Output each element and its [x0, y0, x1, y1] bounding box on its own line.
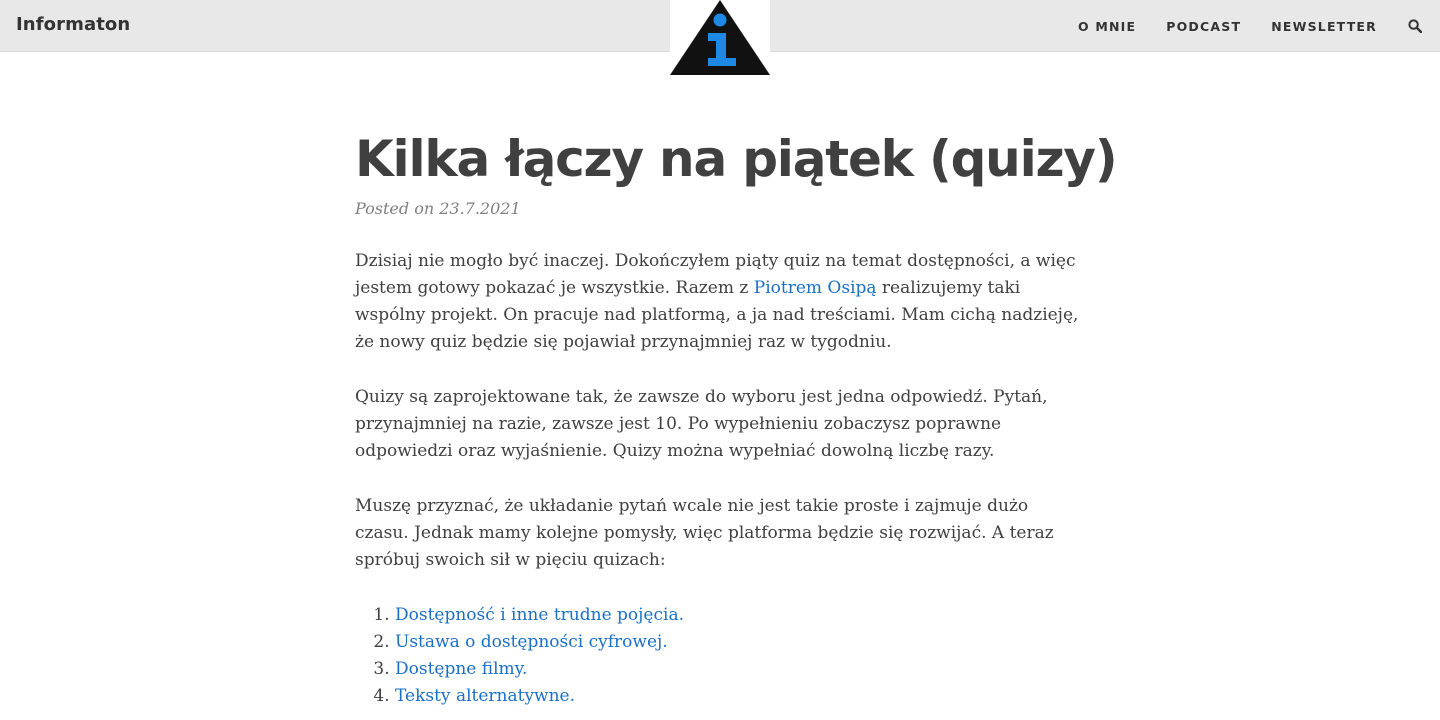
- list-item: Dostępne filmy.: [395, 656, 1085, 683]
- quiz-link-1[interactable]: Dostępność i inne trudne pojęcia.: [395, 605, 684, 625]
- paragraph-quiz-invite: Muszę przyznać, że układanie pytań wcale…: [355, 496, 1054, 570]
- list-item: Ustawa o dostępności cyfrowej.: [395, 629, 1085, 656]
- search-icon: [1408, 19, 1422, 33]
- info-triangle-logo[interactable]: [670, 0, 770, 75]
- paragraph-quiz-format: Quizy są zaprojektowane tak, że zawsze d…: [355, 387, 1048, 461]
- author-link[interactable]: Piotrem Osipą: [754, 278, 877, 298]
- list-item: Dostępność i inne trudne pojęcia.: [395, 602, 1085, 629]
- post-article: Kilka łączy na piątek (quizy) Posted on …: [355, 124, 1118, 710]
- quiz-link-4[interactable]: Teksty alternatywne.: [395, 686, 575, 706]
- quiz-link-3[interactable]: Dostępne filmy.: [395, 659, 527, 679]
- nav-item-newsletter[interactable]: NEWSLETTER: [1271, 19, 1377, 34]
- nav-item-o-mnie[interactable]: O MNIE: [1078, 19, 1136, 34]
- quiz-list: Dostępność i inne trudne pojęcia. Ustawa…: [355, 602, 1085, 710]
- list-item: Teksty alternatywne.: [395, 683, 1085, 710]
- post-content: Dzisiaj nie mogło być inaczej. Dokończył…: [355, 248, 1085, 710]
- site-header: Informaton O MNIE PODCAST NEWSLETTER: [0, 0, 1440, 75]
- site-title-link[interactable]: Informaton: [16, 14, 130, 35]
- main-nav: O MNIE PODCAST NEWSLETTER: [1078, 0, 1440, 52]
- post-title: Kilka łączy na piątek (quizy): [355, 130, 1118, 188]
- logo-graphic: [670, 0, 770, 75]
- nav-item-podcast[interactable]: PODCAST: [1166, 19, 1241, 34]
- post-date: Posted on 23.7.2021: [355, 199, 521, 218]
- quiz-link-2[interactable]: Ustawa o dostępności cyfrowej.: [395, 632, 668, 652]
- search-button[interactable]: [1407, 18, 1423, 34]
- paragraph-intro: Dzisiaj nie mogło być inaczej. Dokończył…: [355, 248, 1085, 356]
